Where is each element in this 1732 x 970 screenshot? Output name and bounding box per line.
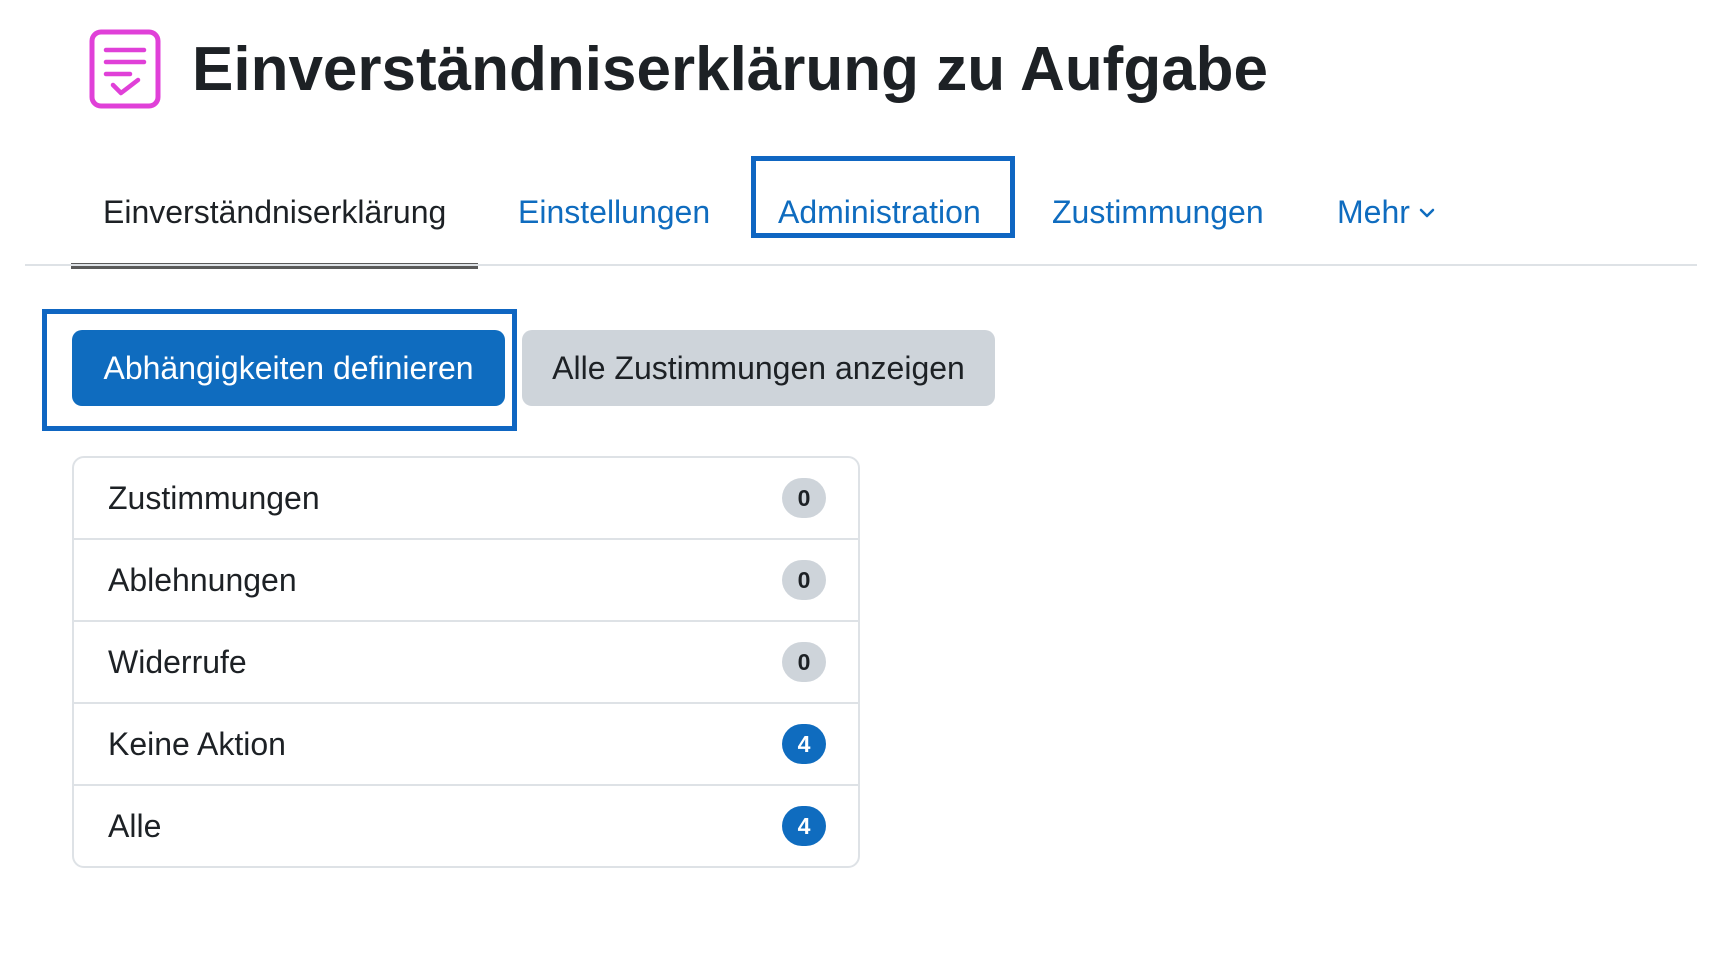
tab-label: Einstellungen: [518, 193, 711, 230]
tab-einverstaendniserklaerung[interactable]: Einverständniserklärung: [71, 158, 479, 269]
tab-label: Mehr: [1337, 193, 1410, 230]
tab-einstellungen[interactable]: Einstellungen: [518, 158, 710, 266]
list-item-widerrufe[interactable]: Widerrufe 0: [74, 620, 858, 702]
list-item-label: Alle: [108, 807, 162, 844]
nav-divider: [25, 264, 1697, 266]
list-item-label: Keine Aktion: [108, 725, 286, 762]
chevron-down-icon: [1419, 208, 1435, 218]
show-all-consents-button[interactable]: Alle Zustimmungen anzeigen: [522, 330, 995, 406]
tab-zustimmungen[interactable]: Zustimmungen: [1052, 158, 1264, 266]
list-item-alle[interactable]: Alle 4: [74, 784, 858, 866]
tab-label: Zustimmungen: [1052, 193, 1264, 230]
list-item-label: Zustimmungen: [108, 479, 320, 516]
page-header: [88, 28, 162, 110]
list-item-zustimmungen[interactable]: Zustimmungen 0: [74, 458, 858, 538]
list-item-label: Widerrufe: [108, 643, 247, 680]
list-item-label: Ablehnungen: [108, 561, 297, 598]
list-item-keine-aktion[interactable]: Keine Aktion 4: [74, 702, 858, 784]
count-badge: 4: [782, 806, 826, 846]
tab-label: Administration: [778, 193, 981, 230]
tab-mehr-dropdown[interactable]: Mehr: [1337, 158, 1436, 266]
define-dependencies-button[interactable]: Abhängigkeiten definieren: [72, 330, 505, 406]
list-item-ablehnungen[interactable]: Ablehnungen 0: [74, 538, 858, 620]
secondary-navigation: Einverständniserklärung Einstellungen Ad…: [25, 156, 1697, 269]
tab-label: Einverständniserklärung: [103, 193, 447, 230]
count-badge: 0: [782, 560, 826, 600]
consent-status-list: Zustimmungen 0 Ablehnungen 0 Widerrufe 0…: [72, 456, 860, 868]
count-badge: 4: [782, 724, 826, 764]
count-badge: 0: [782, 478, 826, 518]
tab-administration[interactable]: Administration: [778, 158, 981, 266]
page-title: Einverständniserklärung zu Aufgabe: [192, 35, 1269, 104]
count-badge: 0: [782, 642, 826, 682]
page: Einverständniserklärung zu Aufgabe Einve…: [0, 0, 1732, 970]
checklist-document-icon: [89, 29, 161, 109]
